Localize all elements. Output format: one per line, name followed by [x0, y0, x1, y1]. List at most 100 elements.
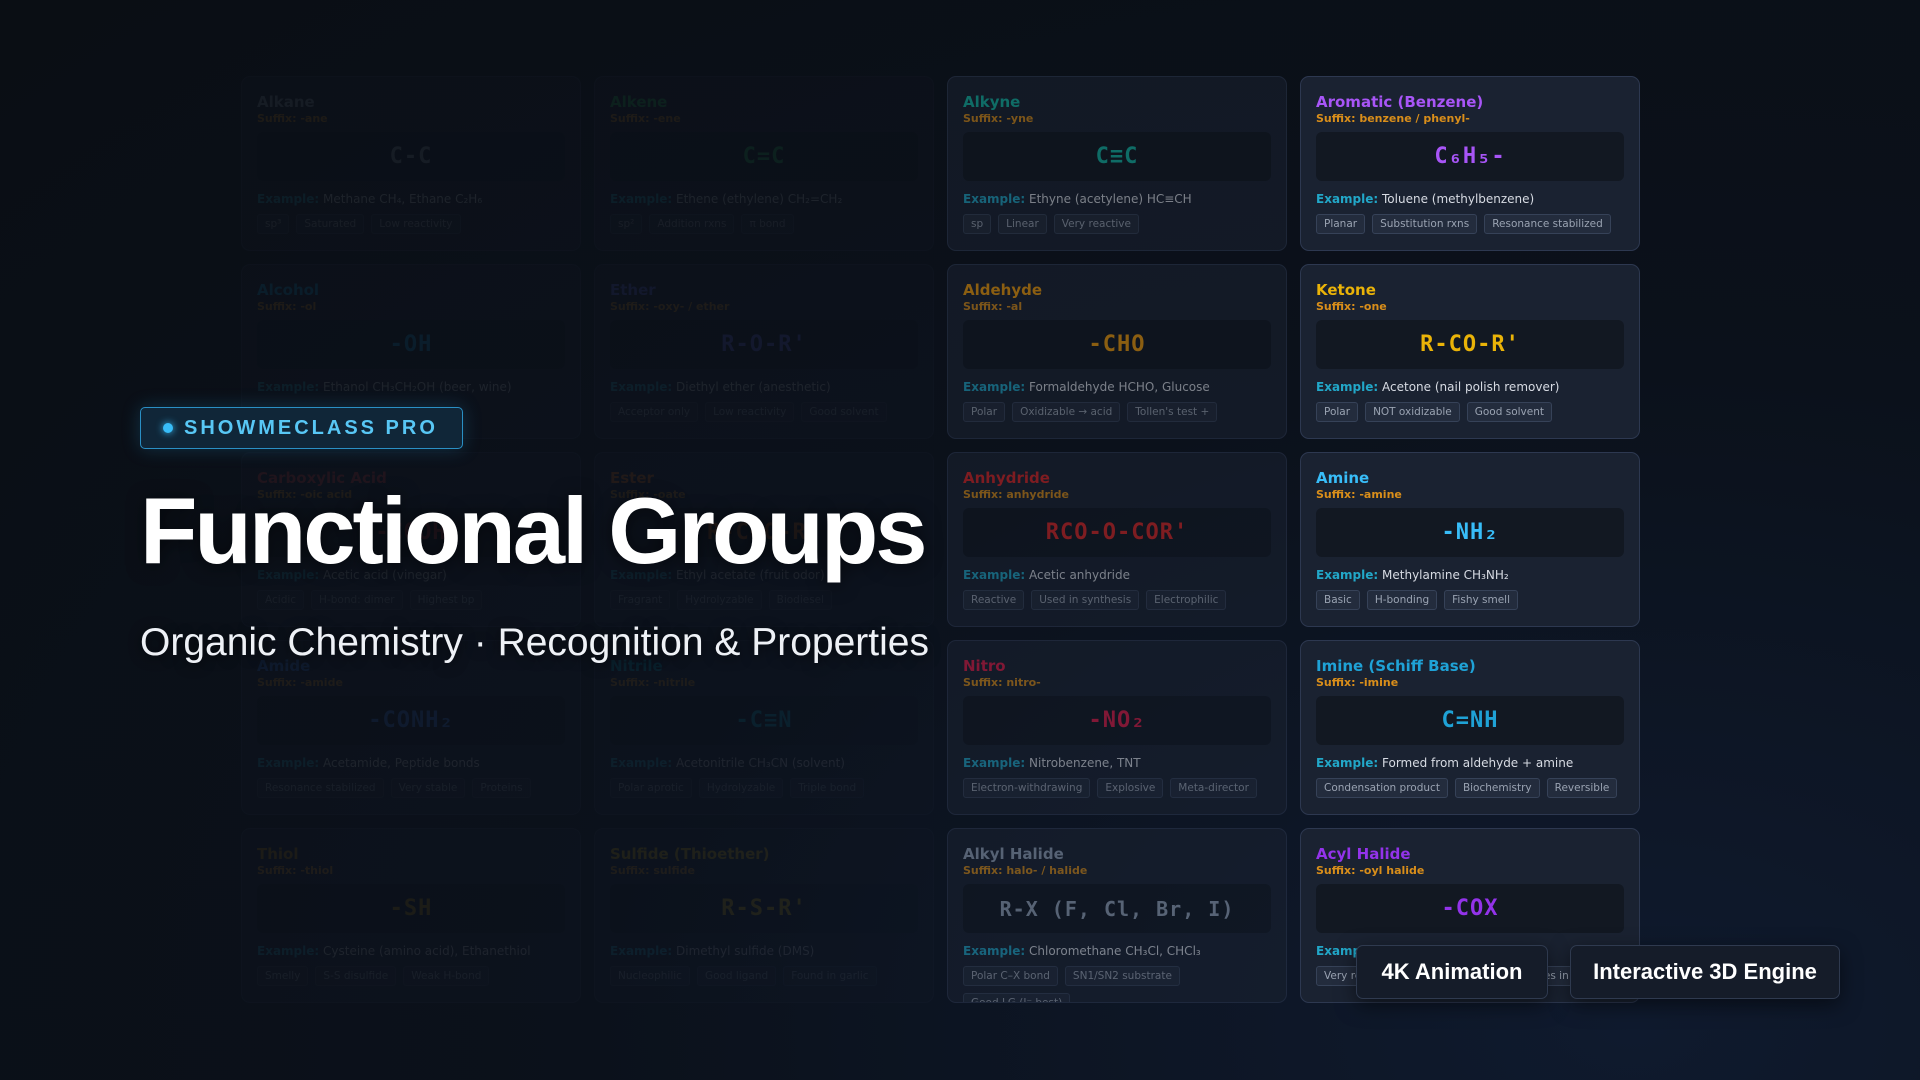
card-example: Example: Methane CH₄, Ethane C₂H₆: [257, 192, 565, 207]
card-example: Example: Formed from aldehyde + amine: [1316, 756, 1624, 771]
property-tag: Resonance stabilized: [257, 778, 384, 798]
example-label: Example:: [610, 192, 673, 206]
card-thiol[interactable]: Thiol Suffix: -thiol -SH Example: Cysteine …: [241, 828, 581, 1003]
example-text: Diethyl ether (anesthetic): [676, 380, 831, 394]
formula-display: C=NH: [1316, 696, 1624, 745]
formula-display: -NH₂: [1316, 508, 1624, 557]
card-title: Ketone: [1316, 281, 1376, 299]
card-example: Example: Acetamide, Peptide bonds: [257, 756, 565, 771]
card-example: Example: Ethene (ethylene) CH₂=CH₂: [610, 192, 918, 207]
property-tag: Polar: [1316, 402, 1359, 422]
formula-display: R-O-R': [610, 320, 918, 369]
card-alkene[interactable]: Alkene Suffix: -ene C=C Example: Ethene (et…: [594, 76, 934, 251]
card-sulfide-thioether[interactable]: Sulfide (Thioether) Suffix: sulfide R-S-R'…: [594, 828, 934, 1003]
property-tag: Smelly: [257, 966, 309, 986]
property-tag: Good solvent: [1466, 402, 1552, 422]
example-label: Example:: [257, 380, 320, 394]
card-suffix: Suffix: -oyl halide: [1316, 864, 1425, 877]
tag-list: Smelly S-S disulfide Weak H-bond: [257, 966, 565, 986]
formula-display: R-X (F, Cl, Br, I): [963, 884, 1271, 933]
example-text: Acetone (nail polish remover): [1382, 380, 1560, 394]
card-example: Example: Ethyne (acetylene) HC≡CH: [963, 192, 1271, 207]
example-text: Nitrobenzene, TNT: [1029, 756, 1141, 770]
property-tag: Planar: [1316, 214, 1366, 234]
card-title: Alkane: [257, 93, 315, 111]
property-tag: Condensation product: [1316, 778, 1448, 798]
card-amine[interactable]: Amine Suffix: -amine -NH₂ Example: Methylam…: [1300, 452, 1640, 627]
property-tag: Fishy smell: [1444, 590, 1519, 610]
property-tag: Resonance stabilized: [1484, 214, 1611, 234]
tag-list: Basic H-bonding Fishy smell: [1316, 590, 1624, 610]
example-text: Acetic anhydride: [1029, 568, 1130, 582]
property-tag: Good LG (I⁻ best): [963, 993, 1071, 1002]
example-label: Example:: [257, 192, 320, 206]
tag-list: Polar NOT oxidizable Good solvent: [1316, 402, 1624, 422]
card-imine-schiff-base[interactable]: Imine (Schiff Base) Suffix: -imine C=NH Exa…: [1300, 640, 1640, 815]
property-tag: Used in synthesis: [1031, 590, 1140, 610]
card-title: Amine: [1316, 469, 1370, 487]
property-tag: Electron-withdrawing: [963, 778, 1091, 798]
example-label: Example:: [1316, 756, 1379, 770]
property-tag: Linear: [998, 214, 1047, 234]
example-label: Example:: [610, 944, 673, 958]
card-alkane[interactable]: Alkane Suffix: -ane C-C Example: Methane CH…: [241, 76, 581, 251]
card-nitro[interactable]: Nitro Suffix: nitro- -NO₂ Example: Nitroben…: [947, 640, 1287, 815]
feature-badge-4k-animation: 4K Animation: [1356, 945, 1548, 999]
card-aromatic-benzene[interactable]: Aromatic (Benzene) Suffix: benzene / phen…: [1300, 76, 1640, 251]
tag-list: sp² Addition rxns π bond: [610, 214, 918, 234]
property-tag: sp³: [257, 214, 290, 234]
card-alkyne[interactable]: Alkyne Suffix: -yne C≡C Example: Ethyne (ac…: [947, 76, 1287, 251]
formula-display: C₆H₅-: [1316, 132, 1624, 181]
card-example: Example: Acetonitrile CH₃CN (solvent): [610, 756, 918, 771]
formula-display: C≡C: [963, 132, 1271, 181]
card-ketone[interactable]: Ketone Suffix: -one R-CO-R' Example: Aceton…: [1300, 264, 1640, 439]
property-tag: Tollen's test +: [1127, 402, 1218, 422]
property-tag: Very stable: [390, 778, 466, 798]
tag-list: Electron-withdrawing Explosive Meta-direct…: [963, 778, 1271, 798]
card-suffix: Suffix: -ol: [257, 300, 317, 313]
brand-label: SHOWMECLASS PRO: [184, 416, 438, 439]
tag-list: Resonance stabilized Very stable Proteins: [257, 778, 565, 798]
formula-display: -NO₂: [963, 696, 1271, 745]
example-label: Example:: [1316, 192, 1379, 206]
property-tag: Explosive: [1097, 778, 1164, 798]
property-tag: Biochemistry: [1454, 778, 1540, 798]
example-text: Methylamine CH₃NH₂: [1382, 568, 1509, 582]
property-tag: sp²: [610, 214, 643, 234]
property-tag: Electrophilic: [1146, 590, 1227, 610]
example-text: Methane CH₄, Ethane C₂H₆: [323, 192, 483, 206]
card-nitrile[interactable]: Nitrile Suffix: -nitrile -C≡N Example: Acet…: [594, 640, 934, 815]
example-text: Acetamide, Peptide bonds: [323, 756, 480, 770]
card-alkyl-halide[interactable]: Alkyl Halide Suffix: halo- / halide R-X (F…: [947, 828, 1287, 1003]
tag-list: Nucleophilic Good ligand Found in garlic: [610, 966, 918, 986]
property-tag: S-S disulfide: [315, 966, 397, 986]
card-suffix: Suffix: -one: [1316, 300, 1387, 313]
property-tag: Very reactive: [1053, 214, 1139, 234]
card-title: Ether: [610, 281, 656, 299]
card-example: Example: Dimethyl sulfide (DMS): [610, 944, 918, 959]
card-suffix: Suffix: -yne: [963, 112, 1034, 125]
page-subtitle: Organic Chemistry · Recognition & Proper…: [140, 621, 929, 664]
card-suffix: Suffix: -oxy- / ether: [610, 300, 730, 313]
card-example: Example: Methylamine CH₃NH₂: [1316, 568, 1624, 583]
tag-list: sp³ Saturated Low reactivity: [257, 214, 565, 234]
card-suffix: Suffix: -imine: [1316, 676, 1399, 689]
card-title: Alkene: [610, 93, 668, 111]
card-suffix: Suffix: halo- / halide: [963, 864, 1088, 877]
property-tag: H-bonding: [1366, 590, 1438, 610]
card-amide[interactable]: Amide Suffix: -amide -CONH₂ Example: Acetam…: [241, 640, 581, 815]
example-text: Ethyne (acetylene) HC≡CH: [1029, 192, 1192, 206]
property-tag: Low reactivity: [371, 214, 461, 234]
formula-display: -OH: [257, 320, 565, 369]
property-tag: NOT oxidizable: [1365, 402, 1460, 422]
property-tag: Reversible: [1546, 778, 1618, 798]
property-tag: Hydrolyzable: [698, 778, 784, 798]
hero: SHOWMECLASS PRO Functional Groups Organi…: [140, 407, 1040, 665]
tag-list: Planar Substitution rxns Resonance stabili…: [1316, 214, 1624, 234]
formula-display: R-S-R': [610, 884, 918, 933]
example-label: Example:: [257, 756, 320, 770]
card-suffix: Suffix: -amine: [1316, 488, 1402, 501]
example-text: Dimethyl sulfide (DMS): [676, 944, 815, 958]
example-label: Example:: [610, 380, 673, 394]
example-text: Chloromethane CH₃Cl, CHCl₃: [1029, 944, 1201, 958]
